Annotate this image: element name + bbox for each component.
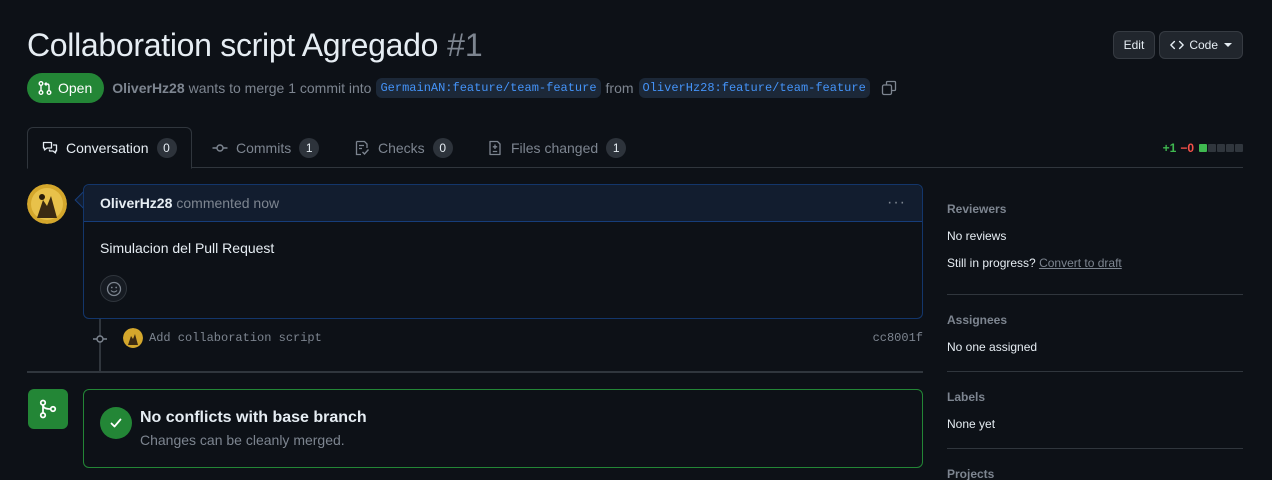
- tab-count: 1: [606, 137, 627, 158]
- tab-commits[interactable]: Commits 1: [198, 127, 333, 168]
- kebab-horizontal-icon[interactable]: ···: [887, 194, 906, 212]
- diffstat-block: [1208, 144, 1216, 152]
- tab-count: 0: [432, 137, 453, 158]
- merge-description: OliverHz28 wants to merge 1 commit into …: [112, 78, 897, 98]
- draft-prompt: Still in progress? Convert to draft: [947, 256, 1243, 270]
- state-badge: Open: [27, 73, 105, 103]
- sidebar-divider: [947, 448, 1243, 449]
- file-diff-icon: [487, 140, 503, 156]
- diffstat: +1 −0: [1163, 141, 1243, 155]
- from-text: from: [605, 80, 634, 96]
- pr-title-row: Collaboration script Agregado #1: [27, 27, 483, 64]
- pr-tabs: Conversation 0 Commits 1 Checks 0 Files …: [27, 127, 1243, 169]
- tab-label: Commits: [236, 139, 292, 156]
- base-branch-link[interactable]: GermainAN:feature/team-feature: [376, 78, 601, 98]
- sidebar-value: No one assigned: [947, 340, 1038, 354]
- head-branch-link[interactable]: OliverHz28:feature/team-feature: [638, 78, 870, 98]
- timeline-divider: [27, 371, 923, 373]
- code-button-label: Code: [1189, 38, 1218, 52]
- tab-checks[interactable]: Checks 0: [340, 127, 467, 168]
- pr-meta-row: Open OliverHz28 wants to merge 1 commit …: [27, 73, 897, 103]
- merge-status-title: No conflicts with base branch: [140, 409, 367, 426]
- sidebar-section-title[interactable]: Reviewers: [947, 202, 1243, 216]
- diffstat-block: [1199, 144, 1207, 152]
- sidebar-labels: Labels None yet: [947, 390, 1243, 431]
- sidebar-section-title[interactable]: Assignees: [947, 313, 1243, 327]
- state-label: Open: [58, 80, 93, 96]
- tab-count: 0: [156, 138, 177, 158]
- diffstat-block: [1235, 144, 1243, 152]
- add-reaction-button[interactable]: [100, 275, 127, 302]
- tab-label: Files changed: [511, 139, 599, 156]
- action-text: wants to merge 1 commit into: [188, 80, 372, 96]
- git-commit-icon: [212, 140, 228, 156]
- comment-timestamp[interactable]: commented now: [176, 195, 279, 211]
- author-link[interactable]: OliverHz28: [112, 80, 184, 96]
- diff-additions: +1: [1162, 141, 1177, 155]
- commit-row: Add collaboration script cc8001f: [123, 328, 923, 348]
- merge-status-icon-box: [28, 389, 68, 429]
- pr-title: Collaboration script Agregado: [27, 27, 439, 63]
- diffstat-block: [1217, 144, 1225, 152]
- sidebar-section-title[interactable]: Labels: [947, 390, 1243, 404]
- comment-body: Simulacion del Pull Request: [100, 240, 275, 256]
- sidebar-value: No reviews: [947, 229, 1007, 243]
- sidebar-divider: [947, 371, 1243, 372]
- comment-author-link[interactable]: OliverHz28: [100, 195, 172, 211]
- sidebar-reviewers: Reviewers No reviews Still in progress? …: [947, 202, 1243, 270]
- code-button[interactable]: Code: [1159, 31, 1243, 59]
- smiley-icon: [106, 281, 121, 296]
- progress-text: Still in progress?: [947, 256, 1036, 270]
- comment-header: OliverHz28 commented now ···: [84, 185, 922, 222]
- edit-button[interactable]: Edit: [1112, 31, 1156, 59]
- commit-message-link[interactable]: Add collaboration script: [149, 331, 322, 345]
- git-merge-icon: [39, 399, 57, 419]
- convert-to-draft-link[interactable]: Convert to draft: [1039, 256, 1122, 270]
- diff-deletions: −0: [1180, 141, 1194, 155]
- merge-status-subtitle: Changes can be cleanly merged.: [140, 432, 345, 448]
- code-icon: [1170, 40, 1185, 50]
- tab-files-changed[interactable]: Files changed 1: [473, 127, 640, 168]
- diffstat-block: [1226, 144, 1234, 152]
- sidebar-divider: [947, 294, 1243, 295]
- header-actions: Edit Code: [1112, 31, 1243, 59]
- chevron-down-icon: [1224, 43, 1232, 47]
- comment-card: OliverHz28 commented now ··· Simulacion …: [83, 184, 923, 319]
- commit-sha-link[interactable]: cc8001f: [873, 331, 923, 345]
- checklist-icon: [354, 140, 370, 156]
- git-commit-icon: [93, 332, 109, 348]
- sidebar-value: None yet: [947, 417, 996, 431]
- tab-label: Checks: [378, 139, 425, 156]
- tab-label: Conversation: [66, 140, 149, 156]
- avatar[interactable]: [123, 328, 143, 348]
- edit-button-label: Edit: [1123, 38, 1145, 52]
- sidebar-section-title[interactable]: Projects: [947, 467, 1243, 480]
- sidebar-assignees: Assignees No one assigned: [947, 313, 1243, 354]
- check-icon: [100, 407, 132, 439]
- sidebar-projects: Projects: [947, 467, 1243, 480]
- pr-number: #1: [447, 27, 483, 63]
- tab-count: 1: [299, 137, 320, 158]
- copy-icon[interactable]: [881, 80, 897, 96]
- merge-status-card: No conflicts with base branch Changes ca…: [83, 389, 923, 468]
- tab-conversation[interactable]: Conversation 0: [27, 127, 192, 169]
- comment-discussion-icon: [42, 140, 58, 156]
- git-pull-request-icon: [38, 81, 52, 95]
- avatar[interactable]: [27, 184, 67, 224]
